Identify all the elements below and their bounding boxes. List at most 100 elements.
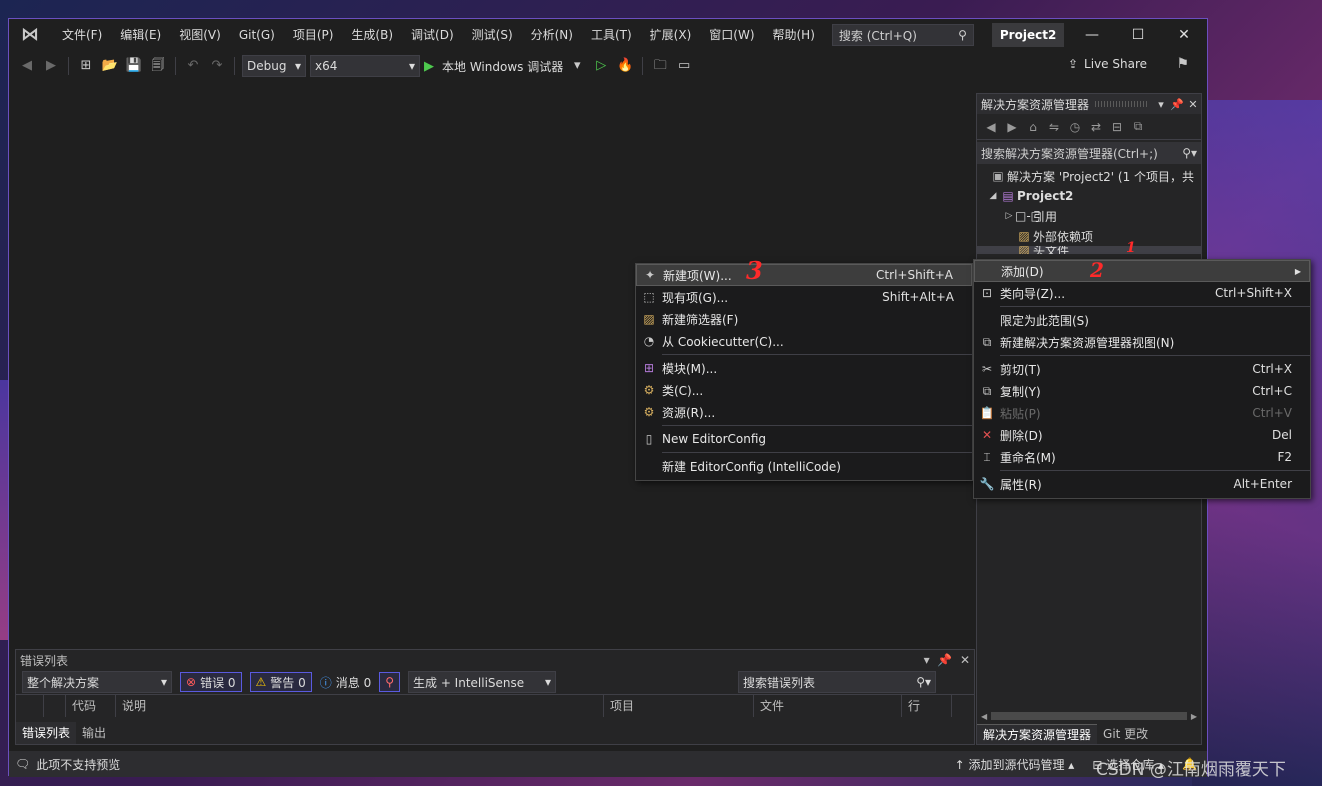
menu-test[interactable]: 测试(S) xyxy=(463,19,522,51)
tree-item-references[interactable]: ▷ □-□ 引用 xyxy=(977,206,1201,226)
warnings-filter-toggle[interactable]: ⚠ 警告 0 xyxy=(249,672,312,692)
tree-item-solution[interactable]: ▣ 解决方案 'Project2' (1 个项目，共 xyxy=(977,166,1201,186)
maximize-icon[interactable]: ☐ xyxy=(1115,19,1161,51)
drag-handle[interactable] xyxy=(1095,101,1147,107)
find-in-files-icon[interactable]: 🗀 xyxy=(650,56,670,76)
menu-item-class[interactable]: ⚙ 类(C)... xyxy=(636,379,972,401)
redo-icon[interactable]: ↷ xyxy=(207,56,227,76)
menu-item-new-editorconfig-intellicode[interactable]: 新建 EditorConfig (IntelliCode) xyxy=(636,455,972,477)
filter-button[interactable]: ⚲ xyxy=(379,672,400,692)
chevron-down-icon[interactable]: ▾ xyxy=(924,653,930,667)
menu-item-resource[interactable]: ⚙ 资源(R)... xyxy=(636,401,972,423)
menu-item-existing-item[interactable]: ⬚ 现有项(G)... Shift+Alt+A xyxy=(636,286,972,308)
column-marker[interactable] xyxy=(44,694,66,717)
menu-item-add[interactable]: 添加(D) ▶ xyxy=(974,260,1310,282)
horizontal-scrollbar[interactable]: ◀ ▶ xyxy=(981,710,1197,722)
column-code[interactable]: 代码 xyxy=(66,694,116,717)
pin-icon[interactable]: 📌 xyxy=(1169,98,1185,111)
menu-item-new-view[interactable]: ⧉ 新建解决方案资源管理器视图(N) xyxy=(974,331,1310,353)
platform-dropdown[interactable]: x64 ▾ xyxy=(310,55,420,77)
scrollbar-thumb[interactable] xyxy=(991,712,1187,720)
menu-project[interactable]: 项目(P) xyxy=(284,19,343,51)
menu-item-module[interactable]: ⊞ 模块(M)... xyxy=(636,357,972,379)
forward-icon[interactable]: ▶ xyxy=(1004,120,1020,134)
menu-item-copy[interactable]: ⧉ 复制(Y) Ctrl+C xyxy=(974,380,1310,402)
scroll-right-icon[interactable]: ▶ xyxy=(1191,712,1197,721)
pin-icon[interactable]: 📌 xyxy=(937,653,952,667)
chevron-down-icon[interactable]: ▾ xyxy=(567,56,587,76)
error-search-input[interactable]: 搜索错误列表 ⚲▾ xyxy=(738,671,936,693)
back-icon[interactable]: ◀ xyxy=(983,120,999,134)
menu-item-class-wizard[interactable]: ⊡ 类向导(Z)... Ctrl+Shift+X xyxy=(974,282,1310,304)
open-file-icon[interactable]: 📂 xyxy=(100,56,120,76)
column-file[interactable]: 文件 xyxy=(754,694,902,717)
menu-item-rename[interactable]: ⌶ 重命名(M) F2 xyxy=(974,446,1310,468)
save-all-icon[interactable]: 🗐 xyxy=(148,56,168,76)
global-search-input[interactable]: 搜索 (Ctrl+Q) ⚲ xyxy=(831,24,974,46)
navigate-forward-icon[interactable]: ▶ xyxy=(41,56,61,76)
menu-view[interactable]: 视图(V) xyxy=(170,19,230,51)
switch-views-icon[interactable]: ⇋ xyxy=(1046,120,1062,134)
tree-item-project[interactable]: ◢ ▤ Project2 xyxy=(977,186,1201,206)
hot-reload-icon[interactable]: 🔥 xyxy=(615,56,635,76)
menu-item-delete[interactable]: ✕ 删除(D) Del xyxy=(974,424,1310,446)
menu-git[interactable]: Git(G) xyxy=(230,19,284,51)
tab-error-list[interactable]: 错误列表 xyxy=(16,722,77,744)
tab-solution-explorer[interactable]: 解决方案资源管理器 xyxy=(977,724,1098,744)
close-icon[interactable]: ✕ xyxy=(1185,98,1201,111)
close-icon[interactable]: ✕ xyxy=(1161,19,1207,51)
menu-item-properties[interactable]: 🔧 属性(R) Alt+Enter xyxy=(974,473,1310,495)
menu-edit[interactable]: 编辑(E) xyxy=(111,19,170,51)
menu-item-cut[interactable]: ✂ 剪切(T) Ctrl+X xyxy=(974,358,1310,380)
home-icon[interactable]: ⌂ xyxy=(1025,120,1041,134)
configuration-dropdown[interactable]: Debug ▾ xyxy=(242,55,306,77)
menu-item-scope-to-this[interactable]: 限定为此范围(S) xyxy=(974,309,1310,331)
tab-output[interactable]: 输出 xyxy=(76,722,112,744)
menu-window[interactable]: 窗口(W) xyxy=(700,19,763,51)
expanded-arrow-icon[interactable]: ◢ xyxy=(987,191,999,201)
collapse-all-icon[interactable]: ⊟ xyxy=(1109,120,1125,134)
pending-changes-icon[interactable]: ◷ xyxy=(1067,120,1083,134)
start-without-debugging-icon[interactable]: ▷ xyxy=(591,56,611,76)
menu-item-new-filter[interactable]: ▨ 新建筛选器(F) xyxy=(636,308,972,330)
solution-search-input[interactable]: 搜索解决方案资源管理器(Ctrl+;) ⚲▾ xyxy=(977,142,1201,164)
scroll-left-icon[interactable]: ◀ xyxy=(981,712,987,721)
tree-item-header-files[interactable]: ▨ 头文件 xyxy=(977,246,1201,254)
menu-item-new-editorconfig[interactable]: ▯ New EditorConfig xyxy=(636,428,972,450)
close-icon[interactable]: ✕ xyxy=(960,653,970,667)
menu-item-cookiecutter[interactable]: ◔ 从 Cookiecutter(C)... xyxy=(636,330,972,352)
messages-filter-toggle[interactable]: ⓘ 消息 0 xyxy=(320,674,371,691)
column-line[interactable]: 行 xyxy=(902,694,952,717)
menu-file[interactable]: 文件(F) xyxy=(53,19,111,51)
save-icon[interactable]: 💾 xyxy=(124,56,144,76)
menu-analyze[interactable]: 分析(N) xyxy=(522,19,582,51)
chevron-down-icon[interactable]: ▾ xyxy=(1153,98,1169,111)
navigate-back-icon[interactable]: ◀ xyxy=(17,56,37,76)
menu-debug[interactable]: 调试(D) xyxy=(402,19,463,51)
minimize-icon[interactable]: — xyxy=(1069,19,1115,51)
scope-dropdown[interactable]: 整个解决方案 ▾ xyxy=(22,671,172,693)
show-all-files-icon[interactable]: ⧉ xyxy=(1130,119,1146,134)
add-to-source-control-button[interactable]: ↑ 添加到源代码管理 ▴ xyxy=(955,756,1075,773)
column-project[interactable]: 项目 xyxy=(604,694,754,717)
menu-tools[interactable]: 工具(T) xyxy=(582,19,641,51)
errors-filter-toggle[interactable]: ⊗ 错误 0 xyxy=(180,672,242,692)
column-description[interactable]: 说明 xyxy=(116,694,604,717)
live-share-button[interactable]: ⇪ Live Share xyxy=(1068,57,1147,71)
menu-item-paste[interactable]: 📋 粘贴(P) Ctrl+V xyxy=(974,402,1310,424)
debugger-target-label[interactable]: 本地 Windows 调试器 xyxy=(442,58,563,75)
menu-extensions[interactable]: 扩展(X) xyxy=(641,19,701,51)
tab-git-changes[interactable]: Git 更改 xyxy=(1097,724,1154,744)
menu-help[interactable]: 帮助(H) xyxy=(764,19,824,51)
new-project-icon[interactable]: ⊞ xyxy=(76,56,96,76)
feedback-icon[interactable]: ⚑ xyxy=(1176,56,1189,72)
menu-build[interactable]: 生成(B) xyxy=(342,19,402,51)
tree-item-external-deps[interactable]: ▨ 外部依赖项 xyxy=(977,226,1201,246)
sync-icon[interactable]: ⇄ xyxy=(1088,120,1104,134)
build-filter-dropdown[interactable]: 生成 + IntelliSense ▾ xyxy=(408,671,556,693)
window-layout-icon[interactable]: ▭ xyxy=(674,56,694,76)
undo-icon[interactable]: ↶ xyxy=(183,56,203,76)
column-icon[interactable] xyxy=(16,694,44,717)
menu-item-new-item[interactable]: ✦ 新建项(W)... Ctrl+Shift+A xyxy=(636,264,972,286)
start-debugging-icon[interactable]: ▶ xyxy=(424,59,434,74)
